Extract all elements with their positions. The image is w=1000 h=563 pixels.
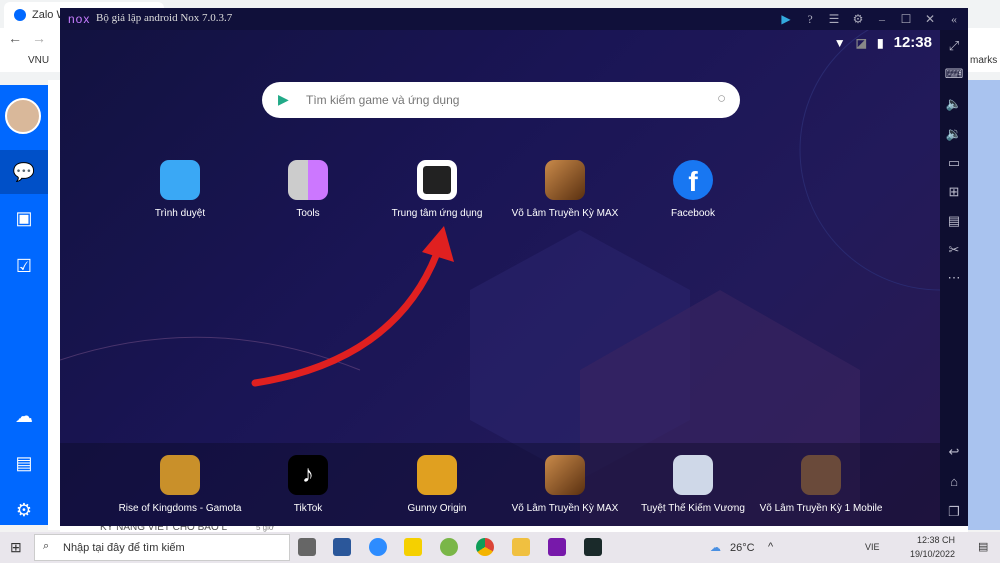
tiktok-icon: ♪ xyxy=(288,455,328,495)
close-icon[interactable]: ✕ xyxy=(922,11,938,27)
taskbar-search[interactable]: ⌕ Nhập tại đây để tìm kiếm xyxy=(34,534,290,561)
app-label: Rise of Kingdoms - Gamota xyxy=(118,503,242,514)
scissors-icon[interactable]: ✂ xyxy=(944,240,964,260)
zalo-conversation-list xyxy=(48,80,60,530)
maximize-icon[interactable]: ☐ xyxy=(898,11,914,27)
volume-down-icon[interactable]: 🔉 xyxy=(944,124,964,144)
settings-icon[interactable]: ⚙ xyxy=(850,11,866,27)
screen-icon[interactable]: ▭ xyxy=(944,153,964,173)
weather-icon: ☁ xyxy=(710,542,721,554)
search-icon: ⌕ xyxy=(43,540,50,552)
dock-app-vltk-max[interactable]: Võ Lâm Truyền Kỳ MAX xyxy=(500,455,630,514)
tray-chevron-icon[interactable]: ^ xyxy=(768,541,773,553)
app-label: Tuyệt Thế Kiếm Vương xyxy=(641,503,745,514)
task-view-icon[interactable] xyxy=(298,538,316,556)
nox-taskbar-icon[interactable] xyxy=(584,538,602,556)
volume-up-icon[interactable]: 🔈 xyxy=(944,94,964,114)
avatar[interactable] xyxy=(5,98,41,134)
briefcase-icon[interactable]: ▤ xyxy=(12,451,36,475)
zalo-icon xyxy=(14,9,26,21)
collapse-icon[interactable]: « xyxy=(946,11,962,27)
dock-app-tiktok[interactable]: ♪ TikTok xyxy=(243,455,373,514)
dock-app-rok[interactable]: Rise of Kingdoms - Gamota xyxy=(115,455,245,514)
zoom-icon[interactable] xyxy=(369,538,387,556)
game-icon xyxy=(801,455,841,495)
clock-date[interactable]: 19/10/2022 xyxy=(910,549,955,559)
minimize-icon[interactable]: – xyxy=(874,11,890,27)
weather-temp[interactable]: 26°C xyxy=(730,542,755,554)
help-icon[interactable]: ? xyxy=(802,11,818,27)
menu-icon[interactable]: ☰ xyxy=(826,11,842,27)
title-bar: nox Bộ giả lập android Nox 7.0.3.7 ▶ ? ☰… xyxy=(60,8,968,30)
game-icon xyxy=(545,455,585,495)
coccoc-icon[interactable] xyxy=(440,538,458,556)
game-icon xyxy=(417,455,457,495)
notifications-icon[interactable]: ▤ xyxy=(978,540,988,553)
game-icon xyxy=(160,455,200,495)
gear-icon[interactable]: ⚙ xyxy=(12,498,36,522)
fullscreen-icon[interactable]: ⤢ xyxy=(944,36,964,56)
app-label: Gunny Origin xyxy=(407,503,467,514)
zalo-sidebar: 💬 ▣ ☑ ☁ ▤ ⚙ xyxy=(0,85,48,525)
app-label: TikTok xyxy=(293,503,323,514)
language-indicator[interactable]: VIE xyxy=(865,542,880,552)
nox-logo: nox xyxy=(68,12,91,26)
taskbar: ⊞ ⌕ Nhập tại đây để tìm kiếm ☁ 26°C ^ VIE… xyxy=(0,532,1000,563)
more-icon[interactable]: ⋯ xyxy=(944,268,964,288)
sticky-notes-icon[interactable] xyxy=(404,538,422,556)
sidebar-item-chat[interactable]: 💬 xyxy=(0,150,48,194)
game-icon xyxy=(673,455,713,495)
chrome-icon[interactable] xyxy=(476,538,494,556)
keyboard-icon[interactable]: ⌨ xyxy=(944,64,964,84)
bookmark-vnu[interactable]: VNU xyxy=(28,55,49,66)
file-explorer-icon[interactable] xyxy=(512,538,530,556)
forward-icon[interactable]: → xyxy=(32,30,46,46)
back-icon[interactable]: ↩ xyxy=(944,442,964,462)
word-icon[interactable] xyxy=(333,538,351,556)
windows-start-icon[interactable]: ⊞ xyxy=(10,539,22,556)
zalo-chat-area xyxy=(968,80,1000,530)
dock-app-ttkv[interactable]: Tuyệt Thế Kiếm Vương xyxy=(628,455,758,514)
dock-app-gunny[interactable]: Gunny Origin xyxy=(372,455,502,514)
app-label: Võ Lâm Truyền Kỳ MAX xyxy=(511,503,619,514)
dock: Rise of Kingdoms - Gamota ♪ TikTok Gunny … xyxy=(60,443,940,526)
onenote-icon[interactable] xyxy=(548,538,566,556)
nox-window: nox Bộ giả lập android Nox 7.0.3.7 ▶ ? ☰… xyxy=(60,8,968,526)
contacts-icon[interactable]: ▣ xyxy=(12,206,36,230)
multi-instance-icon[interactable]: ▤ xyxy=(944,211,964,231)
recent-apps-icon[interactable]: ❐ xyxy=(944,502,964,522)
app-label: Võ Lâm Truyền Kỳ 1 Mobile xyxy=(759,503,883,514)
bookmarks-label[interactable]: marks xyxy=(970,55,997,66)
apk-icon[interactable]: ⊞ xyxy=(944,182,964,202)
chat-icon: 💬 xyxy=(12,162,36,182)
back-icon[interactable]: ← xyxy=(8,30,22,46)
search-placeholder: Nhập tại đây để tìm kiếm xyxy=(63,542,185,554)
dock-app-vltk1[interactable]: Võ Lâm Truyền Kỳ 1 Mobile xyxy=(756,455,886,514)
play-store-icon[interactable]: ▶ xyxy=(778,11,794,27)
todo-icon[interactable]: ☑ xyxy=(12,254,36,278)
side-toolbar: ⤢ ⌨ 🔈 🔉 ▭ ⊞ ▤ ✂ ⋯ ↩ ⌂ ❐ xyxy=(940,30,968,526)
window-title: Bộ giả lập android Nox 7.0.3.7 xyxy=(96,12,233,24)
home-icon[interactable]: ⌂ xyxy=(944,472,964,492)
clock-time[interactable]: 12:38 CH xyxy=(917,535,955,545)
android-screen: ▼ ◪ ▮ 12:38 ▶ Tìm kiếm game và ứng dụng ○ T… xyxy=(60,30,940,526)
cloud-icon[interactable]: ☁ xyxy=(12,404,36,428)
